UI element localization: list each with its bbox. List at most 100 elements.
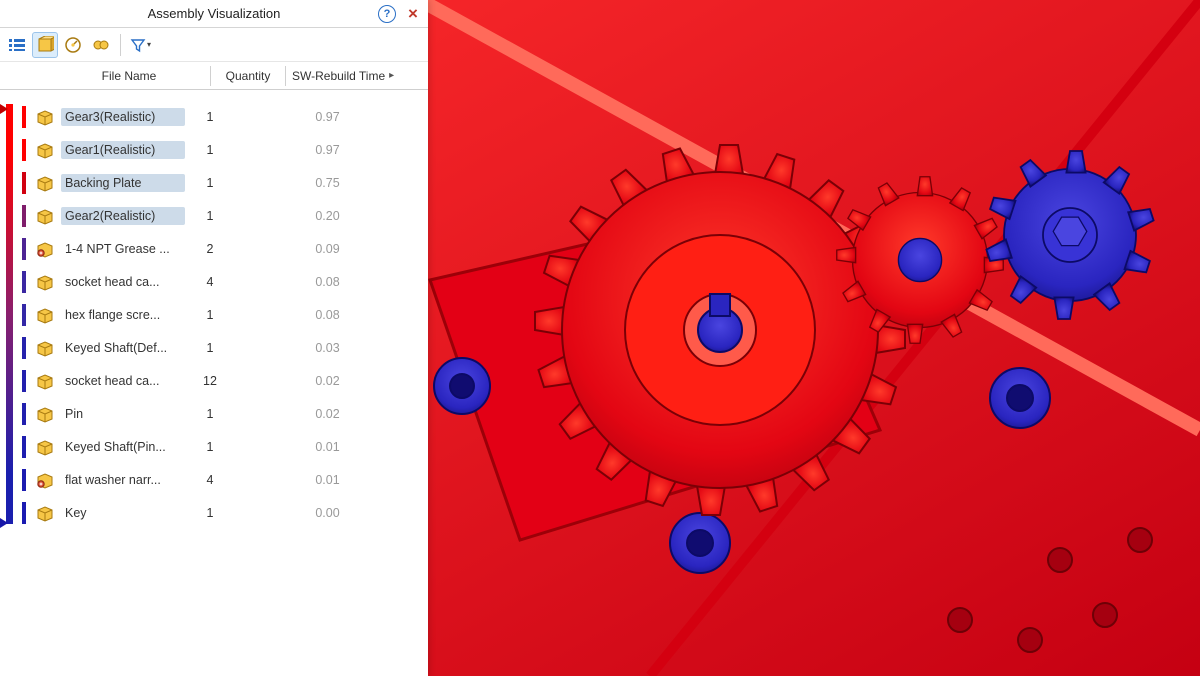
file-name-cell[interactable]: Gear3(Realistic) (61, 108, 185, 126)
table-row[interactable]: Gear2(Realistic)10.20 (22, 199, 428, 232)
color-gradient-rail[interactable] (0, 100, 22, 676)
column-header-rebuild-label: SW-Rebuild Time (292, 69, 385, 83)
table-row[interactable]: Backing Plate10.75 (22, 166, 428, 199)
quantity-cell: 1 (185, 440, 235, 454)
flat-nested-view-icon[interactable] (4, 32, 30, 58)
help-button[interactable]: ? (378, 5, 396, 23)
color-chip (22, 106, 26, 128)
table-row[interactable]: Gear1(Realistic)10.97 (22, 133, 428, 166)
chevron-down-icon: ▾ (147, 40, 151, 49)
color-chip (22, 337, 26, 359)
quantity-cell: 1 (185, 506, 235, 520)
column-header-rebuild-time[interactable]: SW-Rebuild Time ▸ (292, 69, 428, 83)
part-icon (34, 370, 56, 392)
rebuild-time-cell: 0.08 (235, 275, 420, 289)
color-chip (22, 370, 26, 392)
color-chip (22, 403, 26, 425)
rebuild-time-cell: 0.02 (235, 374, 420, 388)
gradient-bar (6, 104, 13, 524)
quantity-cell: 12 (185, 374, 235, 388)
table-row[interactable]: Keyed Shaft(Def...10.03 (22, 331, 428, 364)
color-chip (22, 271, 26, 293)
quantity-cell: 4 (185, 473, 235, 487)
table-row[interactable]: Keyed Shaft(Pin...10.01 (22, 430, 428, 463)
file-name-cell[interactable]: Keyed Shaft(Pin... (61, 438, 185, 456)
toolbox-part-icon (34, 238, 56, 260)
column-headers: File Name Quantity SW-Rebuild Time ▸ (0, 62, 428, 90)
part-icon (34, 205, 56, 227)
color-chip (22, 238, 26, 260)
panel-titlebar: Assembly Visualization ? × (0, 0, 428, 28)
sort-indicator-icon: ▸ (389, 70, 394, 81)
file-name-cell[interactable]: Pin (61, 405, 185, 423)
quantity-cell: 1 (185, 407, 235, 421)
part-icon (34, 172, 56, 194)
grouped-view-icon[interactable] (32, 32, 58, 58)
file-name-cell[interactable]: Keyed Shaft(Def... (61, 339, 185, 357)
color-chip (22, 172, 26, 194)
rebuild-time-cell: 0.08 (235, 308, 420, 322)
rebuild-time-cell: 0.01 (235, 440, 420, 454)
rebuild-time-cell: 0.01 (235, 473, 420, 487)
table-row[interactable]: Key10.00 (22, 496, 428, 529)
performance-icon[interactable] (60, 32, 86, 58)
part-icon (34, 304, 56, 326)
rebuild-time-cell: 0.00 (235, 506, 420, 520)
gradient-top-marker[interactable] (0, 104, 8, 114)
part-icon (34, 139, 56, 161)
part-icon (34, 106, 56, 128)
part-icon (34, 337, 56, 359)
color-chip (22, 205, 26, 227)
file-name-cell[interactable]: socket head ca... (61, 273, 185, 291)
close-button[interactable]: × (404, 5, 422, 23)
color-chip (22, 139, 26, 161)
rebuild-time-cell: 0.97 (235, 110, 420, 124)
part-icon (34, 502, 56, 524)
rebuild-time-cell: 0.09 (235, 242, 420, 256)
rebuild-time-cell: 0.02 (235, 407, 420, 421)
table-row[interactable]: hex flange scre...10.08 (22, 298, 428, 331)
quantity-cell: 1 (185, 341, 235, 355)
file-name-cell[interactable]: 1-4 NPT Grease ... (61, 240, 185, 258)
quantity-cell: 1 (185, 143, 235, 157)
part-icon (34, 271, 56, 293)
quantity-cell: 1 (185, 110, 235, 124)
color-chip (22, 436, 26, 458)
column-header-quantity[interactable]: Quantity (217, 69, 279, 83)
quantity-cell: 4 (185, 275, 235, 289)
component-list[interactable]: Gear3(Realistic)10.97Gear1(Realistic)10.… (22, 100, 428, 676)
table-row[interactable]: socket head ca...120.02 (22, 364, 428, 397)
color-chip (22, 469, 26, 491)
quantity-cell: 1 (185, 308, 235, 322)
file-name-cell[interactable]: Backing Plate (61, 174, 185, 192)
filter-button[interactable]: ▾ (127, 36, 154, 54)
color-chip (22, 304, 26, 326)
file-name-cell[interactable]: flat washer narr... (61, 471, 185, 489)
rebuild-time-cell: 0.20 (235, 209, 420, 223)
file-name-cell[interactable]: Key (61, 504, 185, 522)
column-header-filename[interactable]: File Name (54, 69, 204, 83)
rebuild-time-cell: 0.75 (235, 176, 420, 190)
color-chip (22, 502, 26, 524)
part-icon (34, 436, 56, 458)
table-row[interactable]: Pin10.02 (22, 397, 428, 430)
quantity-cell: 2 (185, 242, 235, 256)
rebuild-time-cell: 0.97 (235, 143, 420, 157)
panel-toolbar: ▾ (0, 28, 428, 62)
settings-icon[interactable] (88, 32, 114, 58)
file-name-cell[interactable]: hex flange scre... (61, 306, 185, 324)
file-name-cell[interactable]: socket head ca... (61, 372, 185, 390)
table-row[interactable]: Gear3(Realistic)10.97 (22, 100, 428, 133)
assembly-visualization-panel: Assembly Visualization ? × ▾ File Name Q… (0, 0, 428, 676)
file-name-cell[interactable]: Gear2(Realistic) (61, 207, 185, 225)
toolbox-part-icon (34, 469, 56, 491)
table-row[interactable]: 1-4 NPT Grease ...20.09 (22, 232, 428, 265)
table-row[interactable]: socket head ca...40.08 (22, 265, 428, 298)
quantity-cell: 1 (185, 176, 235, 190)
gradient-bottom-marker[interactable] (0, 518, 8, 528)
rebuild-time-cell: 0.03 (235, 341, 420, 355)
file-name-cell[interactable]: Gear1(Realistic) (61, 141, 185, 159)
panel-title: Assembly Visualization (148, 6, 281, 21)
table-row[interactable]: flat washer narr...40.01 (22, 463, 428, 496)
part-icon (34, 403, 56, 425)
